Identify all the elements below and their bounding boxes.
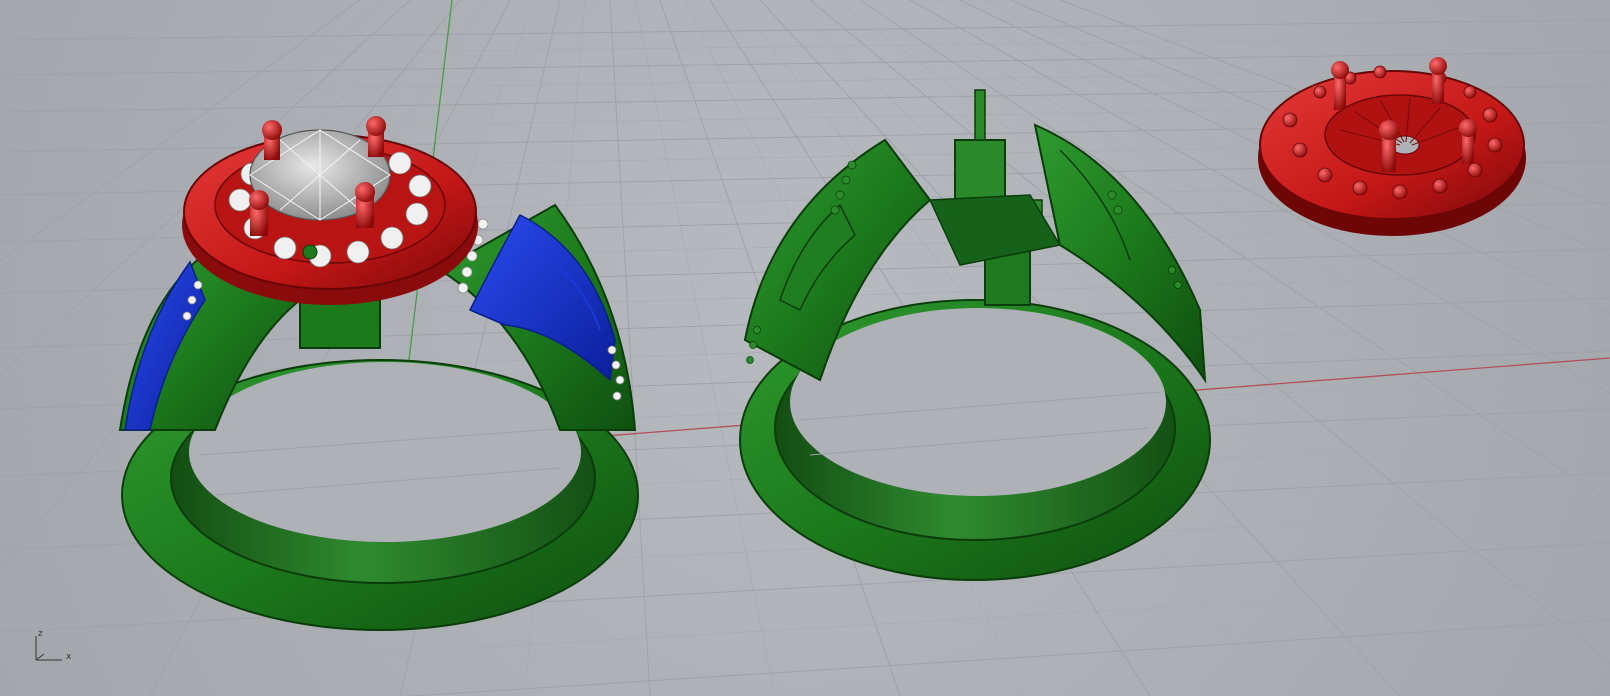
perspective-viewport[interactable]: z x xyxy=(0,0,1610,696)
axis-x-label: x xyxy=(66,652,72,662)
assembled-ring[interactable] xyxy=(118,116,639,631)
axis-orientation-widget: z x xyxy=(30,630,80,664)
scene-canvas[interactable] xyxy=(0,0,1610,696)
ring-shank[interactable] xyxy=(739,89,1211,581)
axis-z-label: z xyxy=(38,629,43,639)
halo-setting[interactable] xyxy=(1258,57,1526,236)
